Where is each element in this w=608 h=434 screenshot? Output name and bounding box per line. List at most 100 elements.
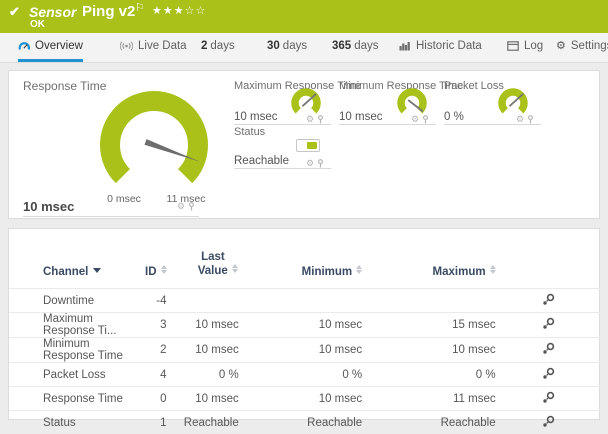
channel-settings-icon[interactable] — [542, 367, 555, 380]
table-row: Maximum Response Ti... 3 10 msec 10 msec… — [9, 313, 601, 338]
sort-icon — [490, 265, 496, 274]
divider — [444, 124, 541, 125]
overview-gauges-panel: Response Time 0 msec 11 msec 10 msec ⚙ M… — [8, 70, 600, 219]
gear-icon: ⚙ — [556, 41, 566, 52]
channel-maximum: 0 % — [362, 363, 495, 387]
channel-name: Status — [9, 411, 139, 434]
channel-id: 2 — [139, 338, 166, 363]
channel-minimum: 0 % — [239, 363, 362, 387]
tab-log[interactable]: Log — [507, 33, 543, 59]
tab-settings[interactable]: ⚙ Settings — [556, 33, 608, 59]
channel-last-value: Reachable — [167, 411, 239, 434]
channel-settings-icon[interactable] — [542, 342, 555, 355]
gear-icon[interactable]: ⚙ — [306, 159, 314, 168]
status-value: Reachable — [234, 155, 289, 167]
channel-name: Maximum Response Ti... — [9, 313, 139, 338]
channel-maximum: 10 msec — [362, 338, 495, 363]
sort-desc-icon — [93, 268, 101, 273]
channel-name: Packet Loss — [9, 363, 139, 387]
mini-gauge-value: 10 msec — [234, 111, 277, 123]
tab-bar: Overview Live Data 2days 30days 365days … — [0, 33, 608, 63]
tab-365-days[interactable]: 365days — [332, 33, 378, 59]
ok-check-icon: ✔ — [9, 4, 20, 20]
divider — [23, 216, 199, 217]
column-header-actions — [496, 229, 601, 289]
tab-historic-data[interactable]: Historic Data — [399, 33, 482, 59]
pin-icon[interactable] — [422, 115, 429, 124]
divider — [234, 168, 331, 169]
status-actions: ⚙ — [306, 159, 324, 168]
pin-icon[interactable] — [188, 202, 195, 211]
tab-30-days[interactable]: 30days — [267, 33, 307, 59]
gauge-icon — [18, 41, 30, 52]
channel-last-value: 0 % — [167, 363, 239, 387]
column-header-channel[interactable]: Channel — [9, 229, 139, 289]
channel-settings-icon[interactable] — [542, 317, 555, 330]
channel-last-value: 10 msec — [167, 313, 239, 338]
table-header-row: Channel ID Last Value Minimum Maximum — [9, 229, 601, 289]
gear-icon[interactable]: ⚙ — [177, 202, 185, 211]
tab-overview[interactable]: Overview — [18, 33, 83, 62]
channel-settings-icon[interactable] — [542, 415, 555, 428]
status-title: Status — [234, 126, 265, 138]
channel-last-value: 10 msec — [167, 387, 239, 411]
main-gauge-actions: ⚙ — [177, 202, 195, 211]
divider — [234, 124, 331, 125]
response-time-gauge — [94, 83, 214, 195]
mini-gauge-actions: ⚙ — [306, 115, 324, 124]
sort-icon — [161, 265, 167, 274]
channel-maximum: 15 msec — [362, 313, 495, 338]
channel-table: Channel ID Last Value Minimum Maximum — [9, 229, 601, 434]
channel-minimum — [239, 289, 362, 313]
sensor-status-badge: OK — [30, 19, 45, 30]
column-header-maximum[interactable]: Maximum — [362, 229, 495, 289]
main-gauge-scale-min: 0 msec — [107, 193, 141, 205]
flag-icon[interactable]: ⚐ — [135, 1, 145, 14]
channel-id: -4 — [139, 289, 166, 313]
table-row: Status 1 Reachable Reachable Reachable — [9, 411, 601, 434]
channel-settings-icon[interactable] — [542, 391, 555, 404]
gear-icon[interactable]: ⚙ — [516, 115, 524, 124]
pin-icon[interactable] — [527, 115, 534, 124]
channel-id: 4 — [139, 363, 166, 387]
tab-live-data[interactable]: Live Data — [120, 33, 187, 59]
channel-maximum — [362, 289, 495, 313]
mini-gauge-value: 0 % — [444, 111, 464, 123]
channel-name: Minimum Response Time — [9, 338, 139, 363]
channel-table-panel: Channel ID Last Value Minimum Maximum — [8, 228, 600, 420]
column-header-id[interactable]: ID — [139, 229, 166, 289]
tab-2-days[interactable]: 2days — [201, 33, 235, 59]
channel-last-value — [167, 289, 239, 313]
status-indicator — [296, 139, 320, 152]
channel-id: 1 — [139, 411, 166, 434]
channel-name: Downtime — [9, 289, 139, 313]
channel-minimum: Reachable — [239, 411, 362, 434]
channel-maximum: Reachable — [362, 411, 495, 434]
column-header-minimum[interactable]: Minimum — [239, 229, 362, 289]
sort-icon — [356, 265, 362, 274]
priority-stars[interactable]: ★★★☆☆ — [152, 4, 206, 17]
table-row: Packet Loss 4 0 % 0 % 0 % — [9, 363, 601, 387]
sensor-header-bar: ✔ Sensor Ping v2 ⚐ ★★★☆☆ OK — [0, 0, 608, 33]
mini-gauge-value: 10 msec — [339, 111, 382, 123]
channel-minimum: 10 msec — [239, 313, 362, 338]
divider — [339, 124, 436, 125]
channel-settings-icon[interactable] — [542, 293, 555, 306]
sensor-kind-label: Sensor — [29, 4, 76, 20]
sort-icon — [232, 264, 238, 273]
channel-minimum: 10 msec — [239, 338, 362, 363]
table-row: Downtime -4 — [9, 289, 601, 313]
live-signal-icon — [120, 41, 133, 51]
log-window-icon — [507, 41, 519, 51]
column-header-last-value[interactable]: Last Value — [167, 229, 239, 289]
channel-name: Response Time — [9, 387, 139, 411]
pin-icon[interactable] — [317, 159, 324, 168]
channel-id: 0 — [139, 387, 166, 411]
gear-icon[interactable]: ⚙ — [411, 115, 419, 124]
mini-gauge-actions: ⚙ — [516, 115, 534, 124]
pin-icon[interactable] — [317, 115, 324, 124]
bar-chart-icon — [399, 41, 411, 51]
table-row: Response Time 0 10 msec 10 msec 11 msec — [9, 387, 601, 411]
channel-maximum: 11 msec — [362, 387, 495, 411]
gear-icon[interactable]: ⚙ — [306, 115, 314, 124]
